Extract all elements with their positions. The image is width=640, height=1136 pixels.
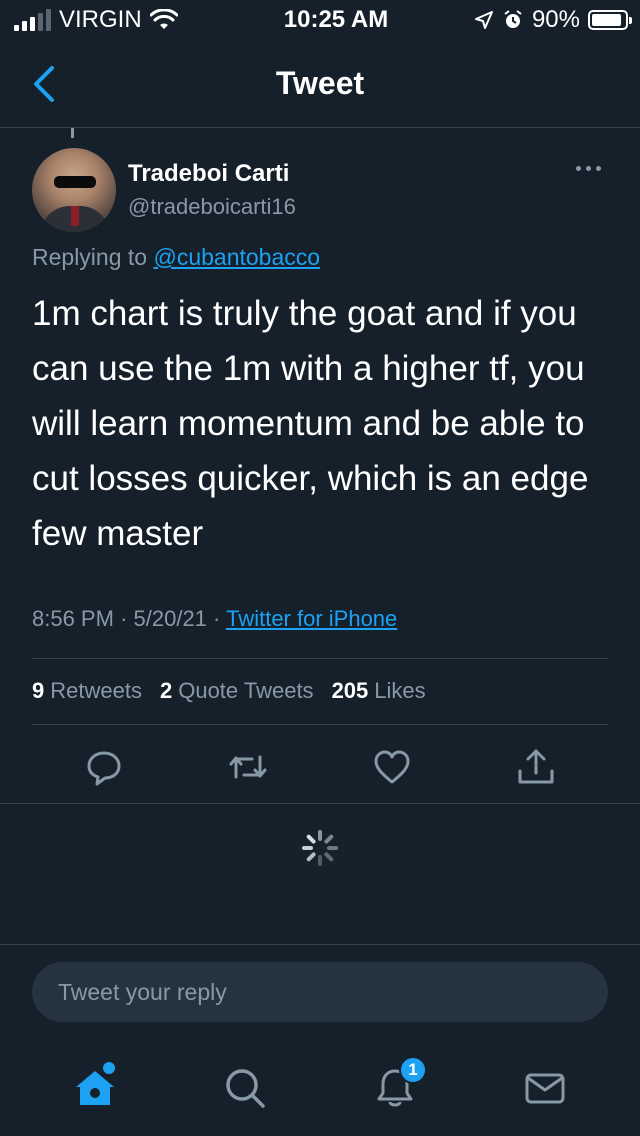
status-bar: VIRGIN 10:25 AM 90% [0,0,640,40]
quotes-label: Quote Tweets [178,678,314,703]
tab-notifications[interactable]: 1 [355,1048,435,1128]
replies-loading-area [0,804,640,944]
battery-fill [592,14,621,26]
tweet-time: 8:56 PM [32,606,114,631]
replying-to: Replying to @cubantobacco [32,244,320,271]
reply-input[interactable]: Tweet your reply [32,962,608,1022]
meta-separator: · [120,606,134,631]
reply-icon [87,751,121,786]
wifi-icon [149,9,178,29]
retweet-button[interactable] [223,742,273,792]
divider [32,658,608,659]
back-button[interactable] [24,62,64,106]
tab-home[interactable] [55,1048,135,1128]
reply-button[interactable] [79,742,129,792]
quotes-count: 2 [159,678,173,703]
retweets-stat[interactable]: 9 Retweets [32,678,142,704]
status-right: 90% [428,6,632,34]
notifications-badge: 1 [399,1056,427,1084]
replying-to-link[interactable]: @cubantobacco [153,244,320,270]
reply-placeholder: Tweet your reply [58,978,227,1005]
tab-messages[interactable] [505,1048,585,1128]
battery-percent: 90% [531,6,580,33]
tweet-date: 5/20/21 [133,606,207,631]
nav-bar: Tweet [0,40,640,128]
likes-stat[interactable]: 205 Likes [332,678,426,704]
tweet-source-link[interactable]: Twitter for iPhone [226,606,397,631]
carrier-name: VIRGIN [59,6,142,33]
alarm-icon [504,10,522,28]
mail-icon [525,1073,565,1104]
page-title: Tweet [275,65,365,101]
likes-label: Likes [374,678,426,703]
retweet-icon [229,755,267,779]
tweet-stats: 9 Retweets 2 Quote Tweets 205 Likes [32,678,426,704]
tab-bar: 1 [0,1040,640,1136]
quote-tweets-stat[interactable]: 2 Quote Tweets [160,678,314,704]
location-arrow-icon [474,11,493,29]
tweet-header: Tradeboi Carti @tradeboicarti16 [32,148,608,232]
heart-icon [374,750,410,784]
like-button[interactable] [367,742,417,792]
author-handle[interactable]: @tradeboicarti16 [128,194,296,220]
chevron-left-icon [34,66,54,102]
retweets-label: Retweets [50,678,142,703]
signal-strength-icon [14,9,51,31]
search-icon [226,1069,265,1108]
share-icon [518,749,554,784]
thread-connector-line [71,128,74,138]
author-name[interactable]: Tradeboi Carti [128,160,289,188]
tweet-detail-screen: VIRGIN 10:25 AM 90% Tweet Tradeboi Carti… [0,0,640,1136]
tab-search[interactable] [205,1048,285,1128]
likes-count: 205 [331,678,369,703]
status-left: VIRGIN [14,6,244,34]
replying-prefix: Replying to [32,244,148,270]
tweet-text: 1m chart is truly the goat and if you ca… [32,294,589,553]
more-options-button[interactable] [570,158,606,178]
meta-separator: · [213,606,227,631]
status-time: 10:25 AM [283,6,389,33]
divider [0,944,640,945]
loading-spinner-icon [302,830,338,866]
retweets-count: 9 [32,678,45,703]
divider [32,724,608,725]
share-button[interactable] [511,742,561,792]
more-dots-icon [575,165,581,171]
avatar[interactable] [32,148,116,232]
tweet-meta: 8:56 PM · 5/20/21 · Twitter for iPhone [32,606,397,632]
home-new-dot [103,1062,115,1074]
battery-icon [588,10,632,30]
tweet-actions [32,742,608,792]
